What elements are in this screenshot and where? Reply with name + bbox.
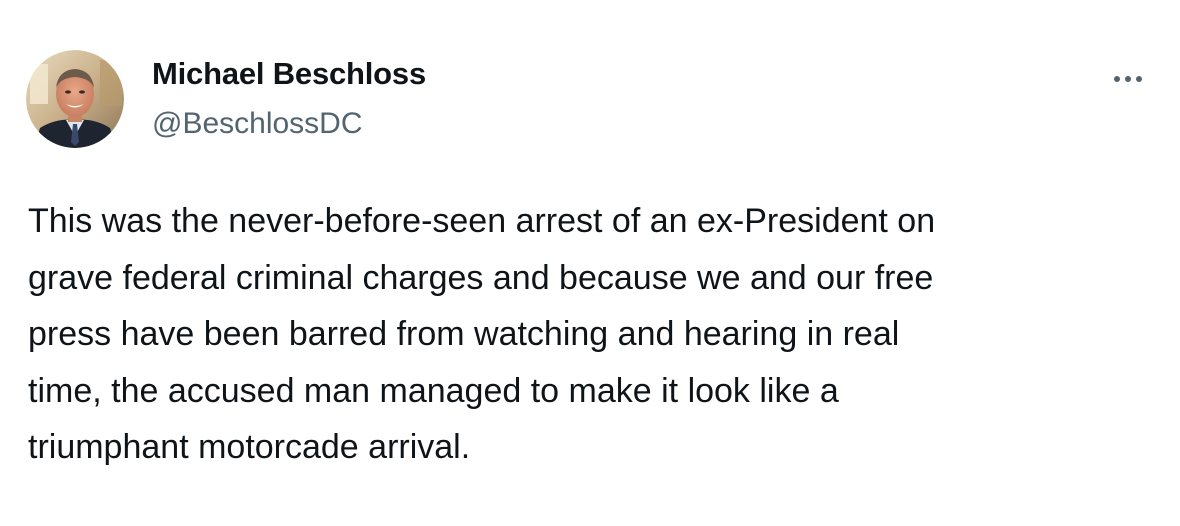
author-handle[interactable]: @BeschlossDC	[152, 106, 426, 142]
more-horizontal-icon	[1114, 76, 1120, 82]
author-names: Michael Beschloss @BeschlossDC	[152, 56, 426, 142]
tweet-header: Michael Beschloss @BeschlossDC	[26, 50, 1156, 150]
more-horizontal-icon	[1125, 76, 1131, 82]
tweet-text: This was the never-before-seen arrest of…	[28, 202, 936, 466]
more-horizontal-icon	[1136, 76, 1142, 82]
more-options-button[interactable]	[1110, 64, 1146, 94]
avatar[interactable]	[26, 50, 124, 148]
tweet-card: Michael Beschloss @BeschlossDC This was …	[0, 0, 1180, 526]
author-display-name[interactable]: Michael Beschloss	[152, 56, 426, 92]
